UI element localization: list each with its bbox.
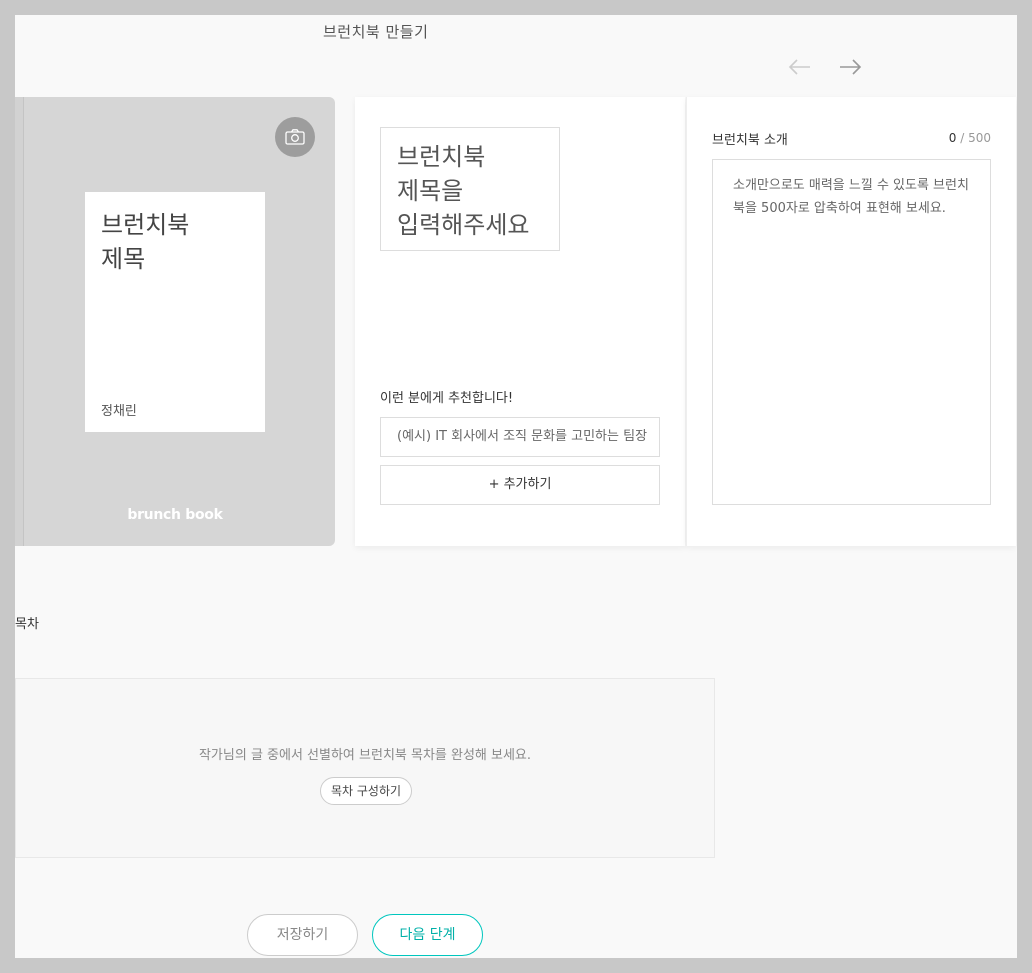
cover-spine [15, 97, 24, 546]
intro-textarea[interactable]: 소개만으로도 매력을 느낄 수 있도록 브런치북을 500자로 압축하여 표현해… [712, 159, 991, 505]
toc-label: 목차 [15, 617, 39, 632]
prev-arrow-button[interactable] [788, 55, 812, 79]
page-frame: 브런치북 만들기 브런치북 제목 정채린 brunch book 브런치북 제목… [15, 15, 1017, 958]
camera-icon [285, 129, 305, 145]
page-title: 브런치북 만들기 [323, 23, 429, 41]
add-recommend-button[interactable]: + 추가하기 [380, 465, 660, 505]
intro-panel: 브런치북 소개 0 / 500 소개만으로도 매력을 느낄 수 있도록 브런치북… [686, 97, 1016, 546]
book-title-input[interactable]: 브런치북 제목을 입력해주세요 [380, 127, 560, 251]
cover-card: 브런치북 제목 정채린 [85, 192, 265, 432]
recommend-label: 이런 분에게 추천합니다! [380, 391, 514, 406]
cover-preview: 브런치북 제목 정채린 brunch book [15, 97, 335, 546]
arrow-left-icon [788, 59, 810, 75]
build-toc-button[interactable]: 목차 구성하기 [320, 777, 412, 805]
intro-char-counter: 0 / 500 [949, 131, 991, 145]
cover-author: 정채린 [101, 404, 137, 419]
intro-label: 브런치북 소개 [712, 133, 788, 148]
arrow-right-icon [840, 59, 862, 75]
brunch-book-logo: brunch book [127, 507, 223, 523]
book-info-panel: 브런치북 제목을 입력해주세요 이런 분에게 추천합니다! (예시) IT 회사… [355, 97, 685, 546]
next-step-button[interactable]: 다음 단계 [372, 914, 483, 956]
cover-image-button[interactable] [275, 117, 315, 157]
cover-title: 브런치북 제목 [101, 211, 190, 273]
toc-box: 작가님의 글 중에서 선별하여 브런치북 목차를 완성해 보세요. 목차 구성하… [15, 678, 715, 858]
toc-message: 작가님의 글 중에서 선별하여 브런치북 목차를 완성해 보세요. [198, 748, 532, 763]
next-arrow-button[interactable] [838, 55, 862, 79]
char-count-max: / 500 [956, 131, 991, 145]
save-button[interactable]: 저장하기 [247, 914, 358, 956]
recommend-input[interactable]: (예시) IT 회사에서 조직 문화를 고민하는 팀장 [380, 417, 660, 457]
